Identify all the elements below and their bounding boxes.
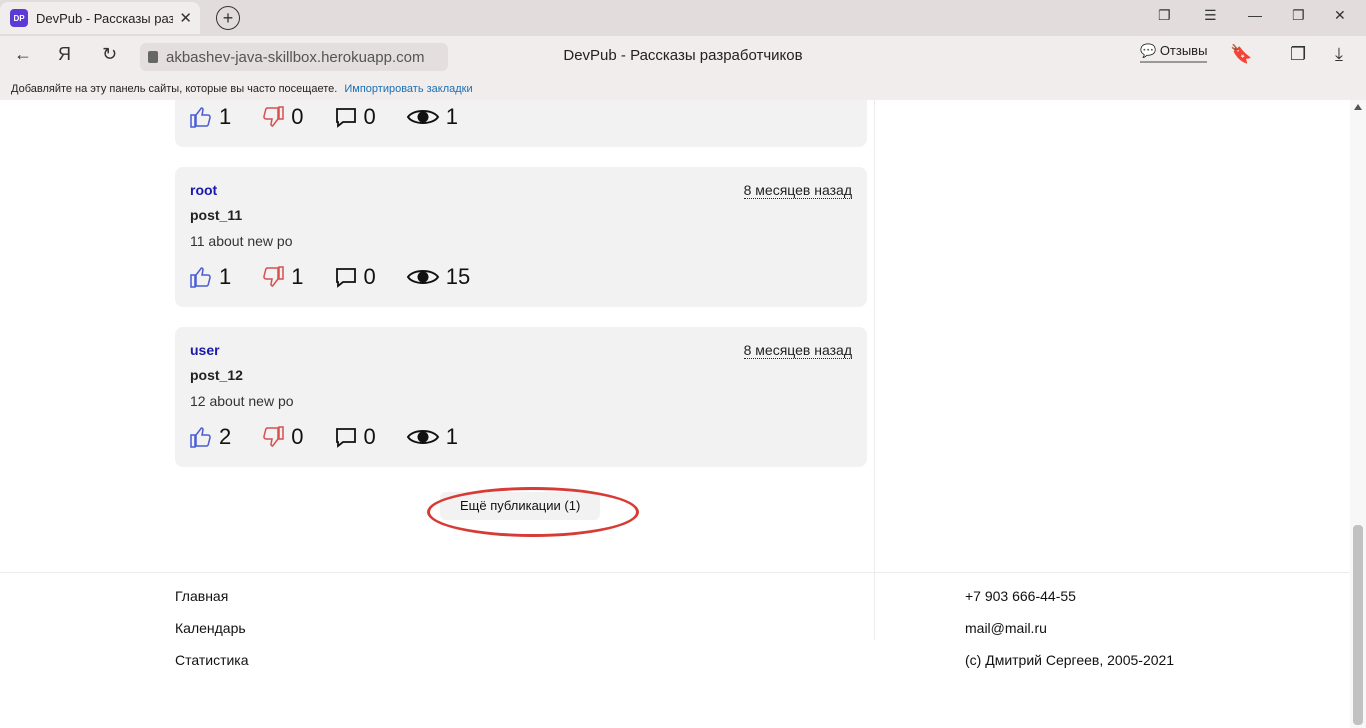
yandex-icon[interactable]: Я bbox=[58, 44, 71, 65]
import-bookmarks-link[interactable]: Импортировать закладки bbox=[344, 83, 472, 95]
bookmark-icon[interactable]: 🔖 bbox=[1230, 44, 1252, 65]
thumbs-down-icon bbox=[263, 106, 284, 127]
views-stat: 1 bbox=[406, 424, 458, 450]
dislikes-count: 1 bbox=[291, 264, 304, 289]
address-bar[interactable]: akbashev-java-skillbox.herokuapp.com bbox=[140, 43, 448, 71]
tab-strip: DP DevPub - Рассказы разр ✕ + ❐ ☰ — ❐ ✕ bbox=[0, 0, 1366, 36]
like-stat[interactable]: 1 bbox=[189, 104, 231, 130]
minimize-icon[interactable]: — bbox=[1248, 7, 1262, 23]
post-title[interactable]: post_11 bbox=[190, 207, 242, 223]
comments-count: 0 bbox=[363, 104, 376, 129]
tab-title: DevPub - Рассказы разр bbox=[36, 10, 174, 26]
bookmarks-bar: Добавляйте на эту панель сайты, которые … bbox=[0, 78, 1366, 100]
page-content: 1 0 0 1 root 8 месяцев назад post_11 11 … bbox=[0, 100, 1366, 728]
post-time: 8 месяцев назад bbox=[743, 182, 852, 199]
views-stat: 15 bbox=[406, 264, 470, 290]
download-icon[interactable]: ⤓ bbox=[1335, 44, 1343, 65]
comment-icon bbox=[335, 428, 356, 448]
post-author[interactable]: user bbox=[190, 342, 220, 358]
scroll-thumb[interactable] bbox=[1353, 525, 1363, 725]
lock-icon bbox=[148, 51, 158, 63]
browser-tab[interactable]: DP DevPub - Рассказы разр ✕ bbox=[0, 2, 200, 34]
reload-icon[interactable]: ↻ bbox=[102, 44, 117, 65]
footer-link-home[interactable]: Главная bbox=[175, 588, 228, 604]
dislikes-count: 0 bbox=[291, 104, 304, 129]
menu-icon[interactable]: ☰ bbox=[1204, 7, 1217, 24]
bookmarks-hint: Добавляйте на эту панель сайты, которые … bbox=[11, 83, 338, 95]
like-stat[interactable]: 2 bbox=[189, 424, 231, 450]
eye-icon bbox=[406, 110, 439, 124]
site-favicon: DP bbox=[10, 9, 28, 27]
post-time: 8 месяцев назад bbox=[743, 342, 852, 359]
thumbs-up-icon bbox=[190, 427, 211, 448]
restore-icon[interactable]: ❐ bbox=[1292, 7, 1305, 24]
likes-count: 1 bbox=[219, 104, 232, 129]
post-excerpt: 12 about new po bbox=[190, 393, 294, 409]
comments-count: 0 bbox=[363, 424, 376, 449]
comment-icon bbox=[335, 108, 356, 128]
back-icon[interactable]: ← bbox=[14, 44, 32, 65]
post-title[interactable]: post_12 bbox=[190, 367, 243, 383]
views-count: 15 bbox=[445, 264, 471, 289]
footer-link-stats[interactable]: Статистика bbox=[175, 652, 249, 668]
thumbs-down-icon bbox=[263, 266, 284, 287]
browser-toolbar: ← Я ↻ akbashev-java-skillbox.herokuapp.c… bbox=[0, 36, 1366, 78]
dislike-stat[interactable]: 0 bbox=[261, 104, 304, 130]
comments-count: 0 bbox=[363, 264, 376, 289]
address-text: akbashev-java-skillbox.herokuapp.com bbox=[166, 48, 425, 66]
views-stat: 1 bbox=[406, 104, 458, 130]
close-tab-icon[interactable]: ✕ bbox=[179, 9, 192, 27]
likes-count: 2 bbox=[219, 424, 232, 449]
scroll-up-arrow-icon[interactable] bbox=[1354, 104, 1362, 110]
post-stats: 2 0 0 1 bbox=[189, 424, 488, 450]
likes-count: 1 bbox=[219, 264, 232, 289]
feedback-label: Отзывы bbox=[1159, 43, 1208, 58]
footer-divider bbox=[0, 572, 1350, 573]
dislike-stat[interactable]: 0 bbox=[261, 424, 304, 450]
load-more-button[interactable]: Ещё публикации (1) bbox=[440, 492, 601, 520]
post-card: root 8 месяцев назад post_11 11 about ne… bbox=[175, 167, 867, 307]
scrollbar[interactable] bbox=[1350, 100, 1366, 728]
post-stats: 1 0 0 1 bbox=[189, 104, 488, 130]
extensions-icon[interactable]: ❐ bbox=[1290, 44, 1306, 65]
eye-icon bbox=[406, 430, 439, 444]
like-stat[interactable]: 1 bbox=[189, 264, 231, 290]
comments-stat[interactable]: 0 bbox=[334, 264, 376, 290]
post-stats: 1 1 0 15 bbox=[189, 264, 500, 290]
post-excerpt: 11 about new po bbox=[190, 233, 293, 249]
thumbs-up-icon bbox=[190, 267, 211, 288]
dislike-stat[interactable]: 1 bbox=[261, 264, 304, 290]
browser-chrome: DP DevPub - Рассказы разр ✕ + ❐ ☰ — ❐ ✕ … bbox=[0, 0, 1366, 100]
thumbs-up-icon bbox=[190, 107, 211, 128]
feedback-button[interactable]: 💬 Отзывы bbox=[1140, 43, 1208, 63]
footer-copyright: (c) Дмитрий Сергеев, 2005-2021 bbox=[965, 652, 1175, 668]
footer-phone: +7 903 666-44-55 bbox=[965, 588, 1076, 604]
footer-email[interactable]: mail@mail.ru bbox=[965, 620, 1047, 636]
eye-icon bbox=[406, 270, 439, 284]
comments-stat[interactable]: 0 bbox=[334, 424, 376, 450]
thumbs-down-icon bbox=[263, 426, 284, 447]
post-card: user 8 месяцев назад post_12 12 about ne… bbox=[175, 327, 867, 467]
comment-icon bbox=[335, 268, 356, 288]
column-divider bbox=[874, 100, 875, 640]
comments-stat[interactable]: 0 bbox=[334, 104, 376, 130]
collections-icon[interactable]: ❐ bbox=[1158, 7, 1171, 24]
new-tab-icon[interactable]: + bbox=[216, 6, 240, 30]
dislikes-count: 0 bbox=[291, 424, 304, 449]
post-card: 1 0 0 1 bbox=[175, 100, 867, 147]
views-count: 1 bbox=[445, 104, 458, 129]
views-count: 1 bbox=[445, 424, 458, 449]
footer-link-calendar[interactable]: Календарь bbox=[175, 620, 246, 636]
close-window-icon[interactable]: ✕ bbox=[1334, 7, 1346, 24]
post-author[interactable]: root bbox=[190, 182, 217, 198]
